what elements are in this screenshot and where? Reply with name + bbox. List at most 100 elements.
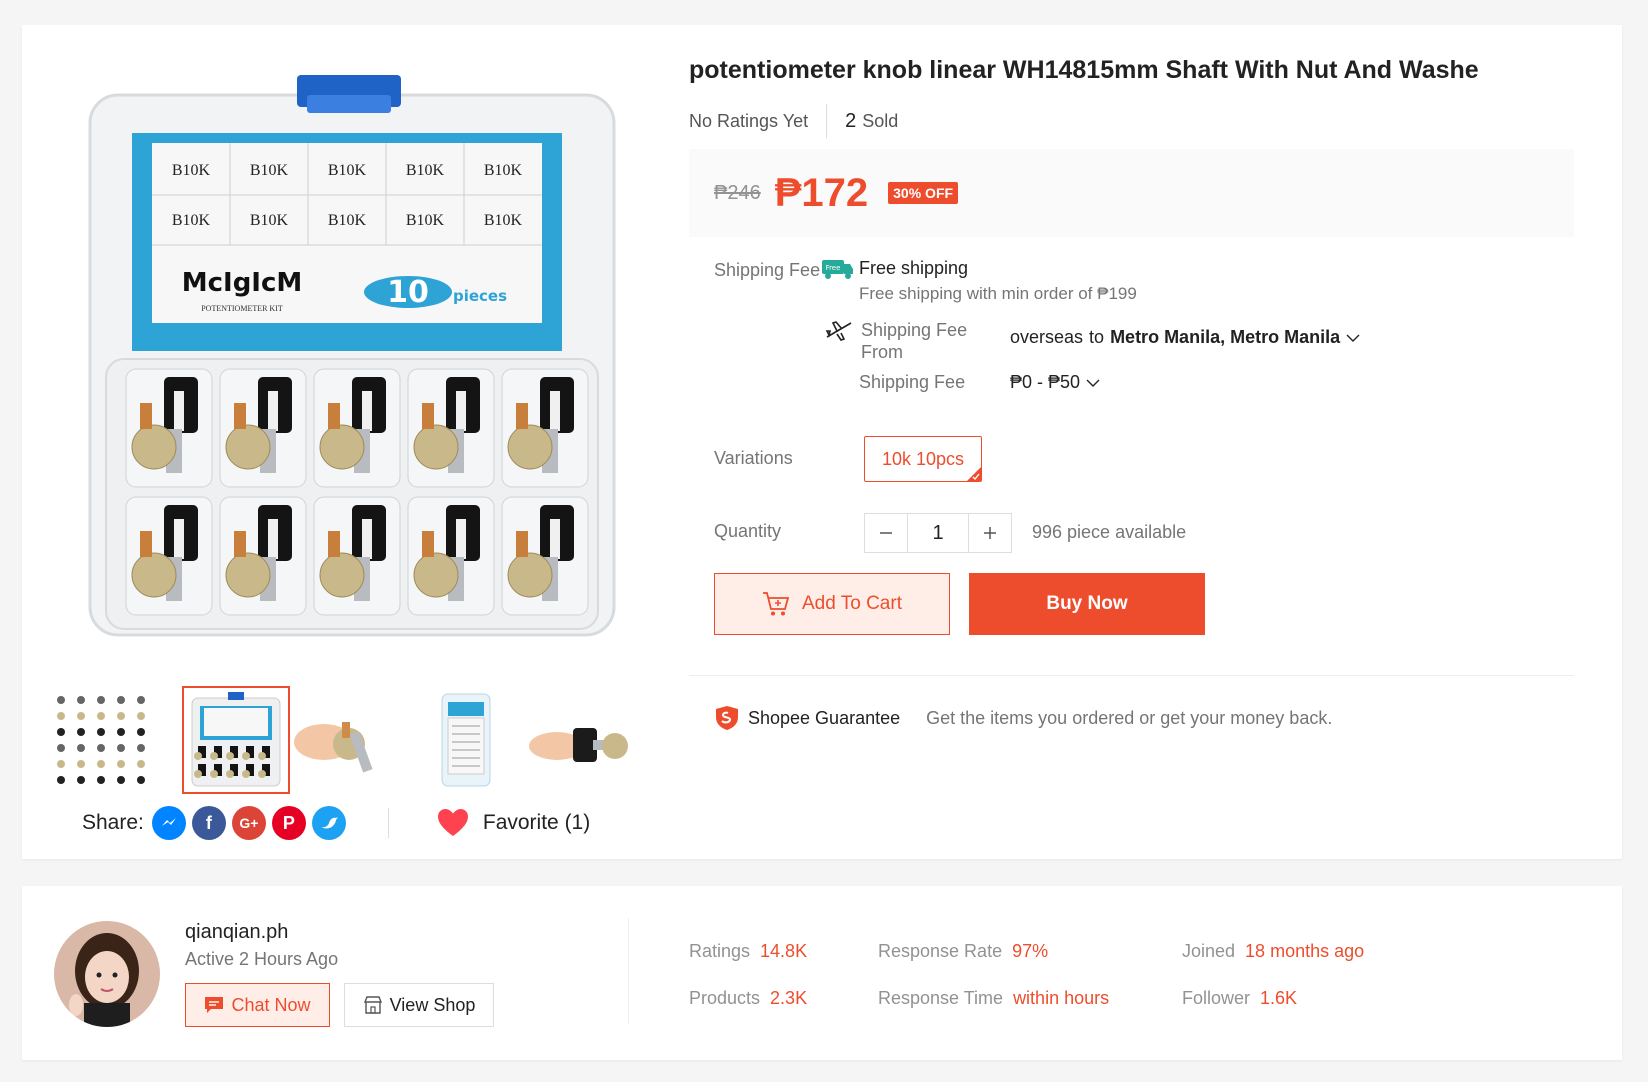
shop-active-status: Active 2 Hours Ago — [185, 949, 339, 969]
kit-cell-label: B10K — [406, 162, 445, 179]
ship-fee-row[interactable]: ₱0 - ₱50 — [1010, 372, 1100, 393]
free-shipping-title: Free shipping — [859, 258, 969, 278]
thumbnail-4[interactable] — [412, 686, 520, 794]
chevron-down-icon — [1086, 379, 1100, 387]
stat-response-time: Response Time within hours — [878, 988, 1109, 1009]
current-price: ₱172 — [774, 170, 869, 215]
share-label: Share: — [82, 811, 144, 834]
kit-cell-label: B10K — [172, 162, 211, 179]
kit-cell-label: B10K — [328, 162, 367, 179]
quantity-stepper — [864, 513, 1012, 553]
kit-cell-label: B10K — [328, 212, 367, 229]
original-price: ₱246 — [714, 181, 761, 204]
add-to-cart-button[interactable]: Add To Cart — [714, 573, 950, 635]
minus-icon — [880, 532, 892, 534]
sold-count: 2 — [845, 109, 857, 132]
sold-label: Sold — [862, 110, 899, 131]
quantity-label: Quantity — [714, 521, 782, 541]
variation-option-label: 10k 10pcs — [881, 448, 965, 469]
chevron-down-icon — [1346, 334, 1360, 342]
free-icon-text: Free — [826, 264, 841, 272]
selected-check-icon — [967, 467, 981, 481]
plane-icon — [825, 321, 852, 341]
kit-cell-label: B10K — [250, 212, 289, 229]
stat-follower-value: 1.6K — [1260, 988, 1298, 1008]
guarantee-divider — [689, 675, 1574, 676]
view-shop-button[interactable]: View Shop — [344, 983, 494, 1027]
stat-follower: Follower 1.6K — [1182, 988, 1297, 1009]
kit-pieces-number: 10 — [387, 275, 429, 310]
product-main-image[interactable]: B10K B10K B10K B10K B10K B10K B10K B10K B10K B10K… — [62, 47, 662, 657]
pinterest-icon[interactable]: P — [271, 806, 306, 840]
view-shop-label: View Shop — [389, 994, 476, 1015]
share-row: Share: f G+ P Favorite (1) — [82, 800, 590, 846]
stat-response-time-label: Response Time — [878, 988, 1004, 1008]
ship-from-row: Shipping Fee From — [825, 319, 1001, 363]
chat-icon — [205, 997, 224, 1013]
stat-products[interactable]: Products 2.3K — [689, 988, 807, 1009]
ratings-status[interactable]: No Ratings Yet — [689, 111, 808, 132]
variations-label: Variations — [714, 448, 793, 468]
free-shipping-truck-icon: Free — [822, 260, 853, 279]
guarantee-title: Shopee Guarantee — [748, 707, 901, 728]
kit-cell-label: B10K — [484, 162, 523, 179]
ship-destination-row[interactable]: overseas to Metro Manila, Metro Manila — [1010, 327, 1360, 348]
ship-to-word: to — [1089, 327, 1105, 347]
buy-now-button[interactable]: Buy Now — [969, 573, 1205, 635]
stat-ratings: Ratings 14.8K — [689, 941, 807, 962]
thumbnail-hand-knob-image — [529, 688, 633, 792]
google-plus-icon[interactable]: G+ — [231, 806, 266, 840]
messenger-icon[interactable] — [151, 806, 186, 840]
facebook-icon[interactable]: f — [191, 806, 226, 840]
product-card: B10K B10K B10K B10K B10K B10K B10K B10K B10K B10K… — [22, 25, 1622, 859]
chat-now-button[interactable]: Chat Now — [185, 983, 330, 1027]
stat-response-rate-label: Response Rate — [878, 941, 1003, 961]
thumbnail-strip — [47, 658, 667, 794]
favorite-label[interactable]: Favorite (1) — [483, 811, 590, 835]
avatar[interactable] — [54, 921, 160, 1027]
kit-cell-label: B10K — [484, 212, 523, 229]
thumbnail-hand-pot-image — [294, 688, 398, 792]
stat-joined-value: 18 months ago — [1245, 941, 1365, 961]
rating-divider — [826, 104, 828, 138]
thumbnail-1[interactable] — [47, 686, 155, 794]
discount-badge: 30% OFF — [888, 182, 959, 204]
kit-brand: McIgIcM — [182, 268, 303, 298]
twitter-icon[interactable] — [311, 806, 346, 840]
product-title: potentiometer knob linear WH14815mm Shaf… — [689, 56, 1479, 84]
decrease-button[interactable] — [865, 514, 907, 552]
stat-joined-label: Joined — [1182, 941, 1236, 961]
variation-option-10k-10pcs[interactable]: 10k 10pcs — [864, 436, 982, 482]
thumbnail-5[interactable] — [527, 686, 635, 794]
rating-row: No Ratings Yet 2 Sold — [689, 101, 898, 141]
thumbnail-3[interactable] — [292, 686, 400, 794]
thumbnail-box-image — [414, 688, 518, 792]
ship-fee-range: ₱0 - ₱50 — [1010, 372, 1081, 392]
shipping-label: Shipping Fee — [714, 260, 821, 280]
stat-ratings-label: Ratings — [689, 941, 751, 961]
guarantee-text: Get the items you ordered or get your mo… — [926, 707, 1333, 728]
add-to-cart-label: Add To Cart — [802, 593, 902, 614]
kit-cell-label: B10K — [406, 212, 445, 229]
shopee-guarantee[interactable]: Shopee Guarantee Get the items you order… — [714, 705, 1332, 731]
shop-avatar-image — [54, 921, 160, 1027]
heart-icon[interactable] — [437, 807, 469, 839]
stat-follower-label: Follower — [1182, 988, 1251, 1008]
plus-icon — [984, 527, 996, 539]
stat-joined: Joined 18 months ago — [1182, 941, 1364, 962]
price-box: ₱246 ₱172 30% OFF — [689, 149, 1574, 237]
shop-card: qianqian.ph Active 2 Hours Ago Chat Now … — [22, 886, 1622, 1060]
stat-products-value: 2.3K — [770, 988, 808, 1008]
shop-name[interactable]: qianqian.ph — [185, 921, 288, 944]
ship-origin: overseas — [1010, 327, 1084, 347]
thumbnail-2[interactable] — [182, 686, 290, 794]
share-divider — [387, 808, 389, 838]
stat-response-rate: Response Rate 97% — [878, 941, 1048, 962]
thumbnail-grid-image — [49, 688, 153, 792]
increase-button[interactable] — [969, 514, 1011, 552]
quantity-input[interactable] — [907, 514, 969, 552]
kit-cell-label: B10K — [250, 162, 289, 179]
potentiometer-kit-image: B10K B10K B10K B10K B10K B10K B10K B10K B10K B10K… — [88, 75, 616, 637]
ship-destination: Metro Manila, Metro Manila — [1110, 327, 1341, 347]
kit-pieces-label: pieces — [453, 287, 507, 305]
